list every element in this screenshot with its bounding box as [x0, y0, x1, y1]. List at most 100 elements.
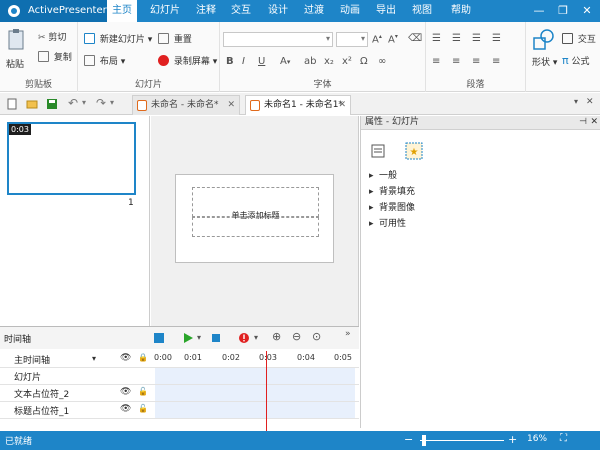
close-tab-icon[interactable]: ✕ — [227, 96, 235, 115]
visibility-eye-icon[interactable]: 👁 — [120, 387, 131, 397]
chevron-down-icon[interactable]: ▾ — [110, 98, 114, 107]
close-pane-icon[interactable]: ✕ — [590, 116, 598, 129]
document-tab-active[interactable]: 未命名1 - 未命名1* ✕ — [245, 95, 351, 115]
timeline-track[interactable] — [155, 368, 355, 384]
copy-button[interactable]: 复制 — [38, 50, 72, 63]
tab-list-icon[interactable]: ▾ — [574, 97, 578, 106]
playhead[interactable] — [266, 351, 267, 431]
decrease-indent-icon[interactable]: ☰ — [472, 33, 481, 44]
close-document-icon[interactable]: ✕ — [586, 97, 594, 107]
font-size-select[interactable]: ▾ — [336, 32, 368, 47]
bullets-icon[interactable]: ☰ — [432, 33, 441, 44]
text-placeholder[interactable] — [192, 217, 319, 237]
stop-icon[interactable] — [210, 332, 222, 344]
superscript-icon[interactable]: x² — [342, 56, 352, 67]
new-file-icon[interactable] — [6, 98, 18, 110]
close-icon[interactable]: ✕ — [576, 0, 598, 22]
visibility-eye-icon[interactable]: 👁 — [120, 353, 131, 363]
record-screen-button[interactable]: 录制屏幕 ▾ — [158, 54, 217, 67]
font-color-icon[interactable]: A▾ — [280, 56, 290, 67]
italic-icon[interactable]: I — [242, 56, 245, 67]
record-icon[interactable] — [238, 332, 250, 344]
unlock-icon[interactable]: 🔓 — [138, 387, 148, 396]
tab-export[interactable]: 导出 — [370, 0, 402, 22]
cut-button[interactable]: ✂ 剪切 — [38, 30, 66, 43]
paste-button[interactable]: 粘贴 — [6, 28, 28, 70]
new-slide-button[interactable]: 新建幻灯片 ▾ — [84, 32, 152, 45]
tab-design[interactable]: 设计 — [262, 0, 294, 22]
grow-font-icon[interactable]: A▴ — [372, 33, 382, 45]
slide-timeline-icon[interactable] — [153, 332, 165, 344]
restore-icon[interactable]: ❐ — [552, 0, 574, 22]
pin-icon[interactable]: ⊣ — [579, 116, 587, 129]
chevron-down-icon[interactable]: ▾ — [92, 354, 96, 363]
formula-button[interactable]: π 公式 — [562, 54, 590, 67]
save-icon[interactable] — [46, 98, 58, 110]
symbol-icon[interactable]: Ω — [360, 56, 368, 67]
link-icon[interactable]: ∞ — [378, 56, 386, 67]
fit-to-window-icon[interactable]: ⛶ — [560, 433, 567, 444]
slide-properties-icon[interactable] — [371, 144, 385, 158]
properties-section-general[interactable]: ▸ 一般 — [369, 168, 397, 181]
reset-button[interactable]: 重置 — [158, 32, 192, 45]
slide-style-icon[interactable]: ★ — [405, 142, 423, 160]
document-tab[interactable]: 未命名 - 未命名* ✕ — [132, 95, 240, 115]
clear-format-icon[interactable]: ⌫ — [408, 33, 422, 44]
slide-thumbnail[interactable]: 0:03 — [7, 122, 136, 195]
play-icon[interactable] — [182, 332, 194, 344]
zoom-in-button[interactable]: + — [508, 433, 517, 446]
minimize-icon[interactable]: — — [528, 0, 550, 22]
tab-animation[interactable]: 动画 — [334, 0, 366, 22]
properties-section-background-image[interactable]: ▸ 背景图像 — [369, 200, 415, 213]
timeline-track[interactable] — [155, 385, 355, 401]
zoom-out-icon[interactable]: ⊖ — [292, 330, 301, 343]
zoom-in-icon[interactable]: ⊕ — [272, 330, 281, 343]
underline-icon[interactable]: U — [258, 56, 265, 67]
align-right-icon[interactable]: ≡ — [472, 56, 480, 67]
justify-icon[interactable]: ≡ — [492, 56, 500, 67]
properties-section-background-fill[interactable]: ▸ 背景填充 — [369, 184, 415, 197]
unlock-icon[interactable]: 🔓 — [138, 404, 148, 413]
visibility-eye-icon[interactable]: 👁 — [120, 404, 131, 414]
zoom-slider[interactable] — [420, 440, 504, 441]
tab-slide[interactable]: 幻灯片 — [145, 0, 185, 22]
slide[interactable]: 单击添加标题 — [175, 174, 334, 263]
zoom-slider-thumb[interactable] — [422, 435, 426, 446]
strikethrough-icon[interactable]: ab — [304, 56, 316, 67]
align-center-icon[interactable]: ≡ — [452, 56, 460, 67]
tab-home[interactable]: 主页 — [107, 0, 137, 22]
title-placeholder[interactable]: 单击添加标题 — [192, 187, 319, 220]
chevron-down-icon[interactable]: ▾ — [197, 333, 201, 342]
numbering-icon[interactable]: ☰ — [452, 33, 461, 44]
tab-interaction[interactable]: 交互 — [226, 0, 256, 22]
timeline-row-slide[interactable]: 幻灯片 — [0, 368, 359, 385]
timeline-ruler[interactable]: 0:00 0:01 0:02 0:03 0:04 0:05 — [152, 351, 359, 368]
timeline-row-title-placeholder[interactable]: 标题占位符_1 👁 🔓 — [0, 402, 359, 419]
chevron-down-icon[interactable]: ▾ — [82, 98, 86, 107]
tab-transition[interactable]: 过渡 — [298, 0, 330, 22]
open-folder-icon[interactable] — [26, 98, 38, 110]
tab-view[interactable]: 视图 — [406, 0, 438, 22]
timeline-row-text-placeholder[interactable]: 文本占位符_2 👁 🔓 — [0, 385, 359, 402]
subscript-icon[interactable]: x₂ — [324, 56, 334, 67]
undo-icon[interactable]: ↶ — [68, 96, 78, 110]
lock-icon[interactable]: 🔒 — [138, 353, 148, 362]
increase-indent-icon[interactable]: ☰ — [492, 33, 501, 44]
zoom-out-button[interactable]: − — [404, 433, 413, 446]
app-menu-button[interactable]: ActivePresenter — [0, 0, 107, 22]
align-left-icon[interactable]: ≡ — [432, 56, 440, 67]
tab-help[interactable]: 帮助 — [446, 0, 476, 22]
interaction-button[interactable]: 交互 — [562, 32, 596, 45]
more-options-icon[interactable]: » — [345, 329, 351, 339]
timeline-track[interactable] — [155, 402, 355, 418]
timeline-row-main[interactable]: 主时间轴 ▾ 👁 🔒 0:00 0:01 0:02 0:03 0:04 0:05 — [0, 351, 359, 368]
tab-annotate[interactable]: 注释 — [190, 0, 222, 22]
zoom-fit-icon[interactable]: ⊙ — [312, 330, 321, 343]
font-family-select[interactable]: ▾ — [223, 32, 333, 47]
layout-button[interactable]: 布局 ▾ — [84, 54, 125, 67]
chevron-down-icon[interactable]: ▾ — [254, 333, 258, 342]
redo-icon[interactable]: ↷ — [96, 96, 106, 110]
shrink-font-icon[interactable]: A▾ — [388, 33, 398, 45]
properties-section-availability[interactable]: ▸ 可用性 — [369, 216, 406, 229]
bold-icon[interactable]: B — [226, 56, 234, 67]
